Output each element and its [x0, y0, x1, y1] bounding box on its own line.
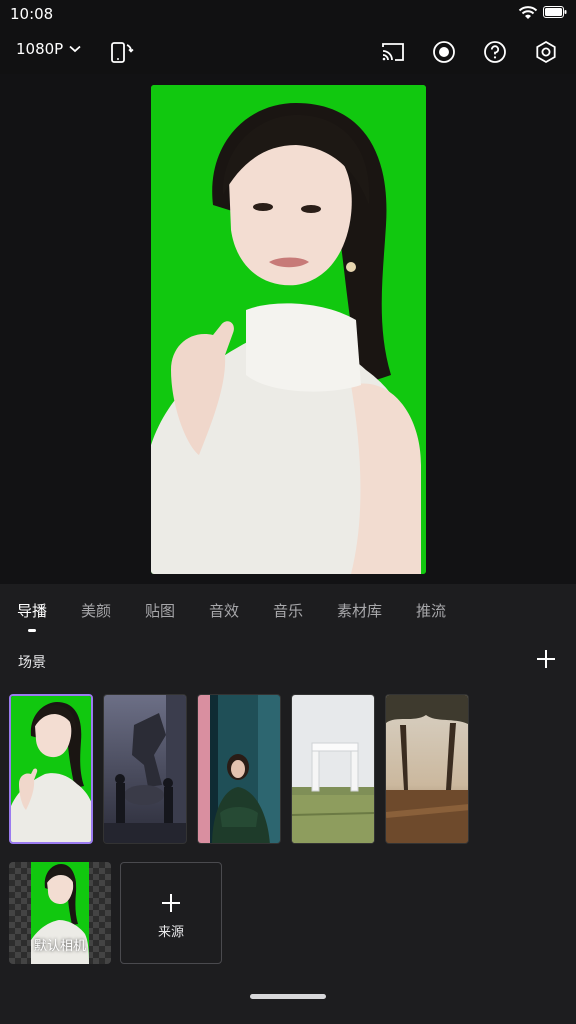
scene-image [11, 696, 91, 842]
cast-icon[interactable] [380, 39, 406, 65]
add-source-label: 来源 [157, 925, 184, 940]
settings-icon[interactable] [533, 39, 559, 65]
add-source-button[interactable]: 来源 [120, 862, 222, 964]
source-label: 默认相机 [33, 939, 86, 954]
camera-preview[interactable] [151, 85, 426, 574]
chevron-down-icon [69, 45, 81, 53]
scene-thumb-woman-in-green[interactable] [197, 694, 281, 844]
tab-music[interactable]: 音乐 [273, 600, 303, 621]
scene-thumb-tree-park[interactable] [385, 694, 469, 844]
top-toolbar: 1080P [0, 28, 576, 74]
resolution-label: 1080P [16, 40, 64, 58]
scenes-title: 场景 [18, 655, 46, 671]
resolution-selector[interactable]: 1080P [16, 40, 81, 58]
control-panel: 导播 美颜 贴图 音效 音乐 素材库 推流 场景 默认相机 来源 [0, 584, 576, 1024]
record-icon[interactable] [431, 39, 457, 65]
portrait-image [151, 85, 426, 574]
scene-image [104, 695, 186, 843]
preview-area [0, 74, 576, 584]
home-indicator [250, 994, 326, 999]
add-source-plus-icon [162, 894, 180, 912]
tab-material-library[interactable]: 素材库 [337, 600, 382, 621]
scene-thumb-white-gate[interactable] [291, 694, 375, 844]
source-default-camera[interactable]: 默认相机 [9, 862, 111, 964]
status-time: 10:08 [10, 5, 54, 23]
active-tab-indicator [28, 629, 36, 632]
status-bar: 10:08 [0, 0, 576, 28]
scene-thumb-robots[interactable] [103, 694, 187, 844]
battery-icon [543, 6, 567, 18]
add-scene-plus-icon[interactable] [535, 648, 557, 670]
scene-thumb-green-screen[interactable] [9, 694, 93, 844]
wifi-icon [518, 6, 538, 19]
scene-image [292, 695, 374, 843]
tab-director[interactable]: 导播 [17, 600, 47, 621]
tab-stickers[interactable]: 贴图 [145, 600, 175, 621]
scene-image [198, 695, 280, 843]
scene-image [386, 695, 468, 843]
help-icon[interactable] [482, 39, 508, 65]
tab-streaming[interactable]: 推流 [416, 600, 446, 621]
switch-orientation-icon[interactable] [109, 39, 135, 65]
tab-sound-effects[interactable]: 音效 [209, 600, 239, 621]
tab-bar: 导播 美颜 贴图 音效 音乐 素材库 推流 [0, 584, 576, 634]
tab-beauty[interactable]: 美颜 [81, 600, 111, 621]
